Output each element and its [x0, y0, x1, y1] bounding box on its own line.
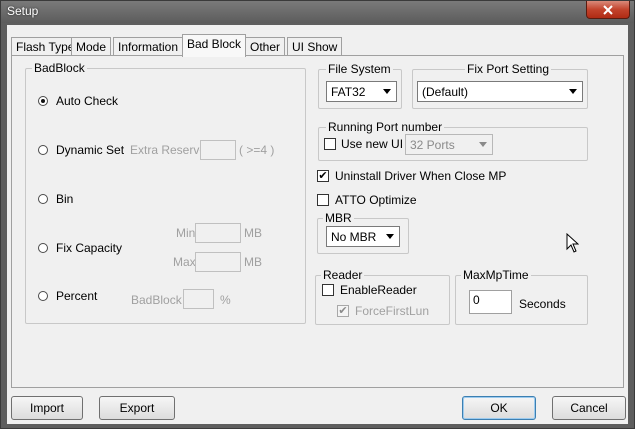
mbr-select[interactable]: No MBR: [326, 226, 400, 247]
badblock-group: BadBlock Auto Check Dynamic Set Extra Re…: [25, 61, 306, 324]
running-port-group: Running Port number Use new UI 32 Ports: [318, 120, 588, 161]
mbr-value: No MBR: [331, 230, 377, 244]
tab-flash-type[interactable]: Flash Type: [11, 37, 80, 56]
max-label: Max: [173, 255, 196, 269]
bin-label[interactable]: Bin: [56, 192, 73, 206]
fix-port-select[interactable]: (Default): [417, 81, 583, 102]
bad-block-tab-page: BadBlock Auto Check Dynamic Set Extra Re…: [11, 55, 624, 388]
max-mp-time-group: MaxMpTime 0 Seconds: [455, 268, 588, 325]
mbr-label: MBR: [323, 211, 354, 225]
tab-other[interactable]: Other: [245, 37, 286, 56]
close-button[interactable]: [586, 1, 630, 19]
extra-reserve-label: Extra Reserve: [130, 143, 207, 157]
file-system-label: File System: [326, 62, 393, 76]
auto-check-radio[interactable]: [38, 96, 48, 106]
dynamic-set-label[interactable]: Dynamic Set: [56, 143, 124, 157]
use-new-ui-label[interactable]: Use new UI: [341, 137, 403, 151]
max-mp-time-label: MaxMpTime: [461, 268, 531, 282]
min-unit: MB: [244, 226, 262, 240]
max-mp-time-input[interactable]: 0: [469, 290, 512, 314]
badblock-percent-input[interactable]: [183, 289, 214, 309]
badblock-percent-label: BadBlock: [131, 293, 182, 307]
setup-window: Setup Flash Type Mode Information Bad Bl…: [0, 0, 635, 429]
bin-radio[interactable]: [38, 194, 48, 204]
force-first-lun-checkbox[interactable]: ✔: [337, 305, 349, 317]
ports-select[interactable]: 32 Ports: [405, 134, 493, 155]
window-title: Setup: [7, 4, 39, 18]
chevron-down-icon: [382, 228, 398, 245]
file-system-value: FAT32: [331, 85, 366, 99]
fix-port-label: Fix Port Setting: [465, 62, 552, 76]
fix-port-value: (Default): [422, 85, 469, 99]
running-port-label: Running Port number: [326, 120, 445, 134]
max-mp-time-unit: Seconds: [519, 297, 566, 311]
export-button[interactable]: Export: [99, 396, 175, 420]
chevron-down-icon: [565, 83, 581, 100]
tab-mode[interactable]: Mode: [71, 37, 112, 56]
close-icon: [603, 4, 613, 15]
max-unit: MB: [244, 255, 262, 269]
tab-ui-show[interactable]: UI Show: [287, 37, 343, 56]
use-new-ui-checkbox[interactable]: [324, 138, 336, 150]
chevron-down-icon: [475, 136, 491, 153]
chevron-down-icon: [379, 83, 395, 100]
extra-reserve-input[interactable]: [200, 140, 236, 160]
tab-bad-block[interactable]: Bad Block: [182, 34, 247, 57]
auto-check-label[interactable]: Auto Check: [56, 94, 118, 108]
file-system-select[interactable]: FAT32: [326, 81, 397, 102]
mouse-cursor-icon: [566, 233, 579, 253]
uninstall-driver-label[interactable]: Uninstall Driver When Close MP: [335, 169, 506, 183]
atto-optimize-label[interactable]: ATTO Optimize: [335, 193, 417, 207]
percent-unit: %: [220, 293, 231, 307]
dynamic-set-radio[interactable]: [38, 145, 48, 155]
ports-value: 32 Ports: [410, 138, 455, 152]
title-bar[interactable]: Setup: [1, 1, 634, 23]
percent-radio[interactable]: [38, 291, 48, 301]
extra-reserve-hint: ( >=4 ): [239, 143, 275, 157]
import-button[interactable]: Import: [11, 396, 83, 420]
max-capacity-input[interactable]: [195, 252, 241, 272]
ok-button[interactable]: OK: [462, 396, 536, 420]
min-capacity-input[interactable]: [195, 223, 241, 243]
atto-optimize-checkbox[interactable]: [317, 194, 329, 206]
enable-reader-checkbox[interactable]: [322, 284, 334, 296]
reader-label: Reader: [321, 268, 365, 282]
percent-label[interactable]: Percent: [56, 289, 97, 303]
enable-reader-label[interactable]: EnableReader: [340, 283, 417, 297]
tab-information[interactable]: Information: [113, 37, 184, 56]
fix-capacity-label[interactable]: Fix Capacity: [56, 241, 122, 255]
fix-capacity-radio[interactable]: [38, 243, 48, 253]
force-first-lun-label[interactable]: ForceFirstLun: [355, 304, 429, 318]
file-system-group: File System FAT32: [318, 62, 402, 109]
fix-port-group: Fix Port Setting (Default): [412, 62, 588, 109]
mbr-group: MBR No MBR: [317, 211, 409, 254]
dialog-client: Flash Type Mode Information Bad Block Ot…: [7, 25, 628, 424]
cancel-button[interactable]: Cancel: [552, 396, 626, 420]
badblock-group-label: BadBlock: [32, 61, 87, 75]
reader-group: Reader EnableReader ✔ ForceFirstLun: [315, 268, 450, 325]
uninstall-driver-checkbox[interactable]: ✔: [317, 170, 329, 182]
min-label: Min: [176, 226, 196, 240]
